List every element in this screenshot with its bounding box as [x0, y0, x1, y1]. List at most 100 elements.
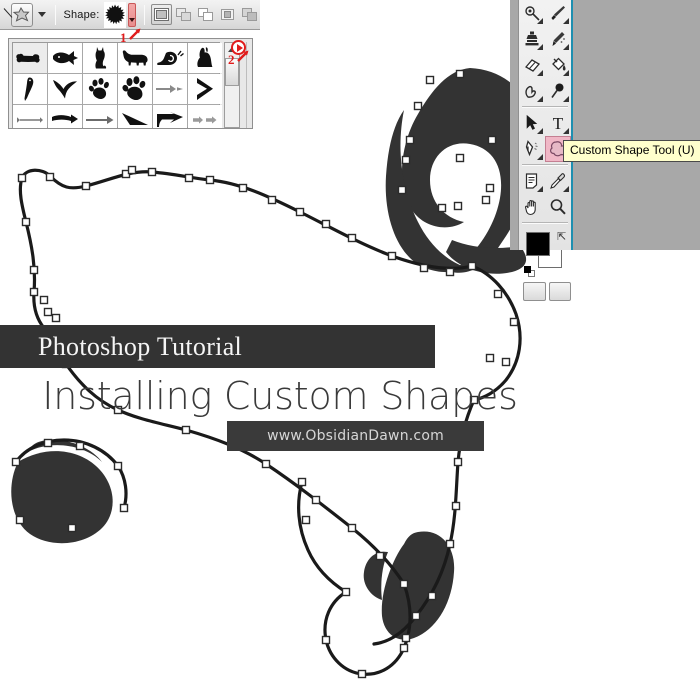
- flyout-triangle-icon: [563, 186, 569, 192]
- annotation-arrow-icon: [129, 28, 141, 40]
- toolbox-row: [519, 26, 571, 52]
- add-to-shape-area-button[interactable]: [173, 4, 194, 25]
- current-shape-swatch[interactable]: [103, 1, 126, 28]
- flyout-triangle-icon: [537, 128, 543, 134]
- paw-print-small-icon: [88, 78, 109, 99]
- bone-shape-icon: [16, 53, 40, 63]
- type-tool[interactable]: T: [545, 110, 571, 136]
- history-brush-tool[interactable]: [545, 26, 571, 52]
- annotation-step-2-label: 2: [228, 52, 235, 67]
- paint-bucket-tool[interactable]: [545, 52, 571, 78]
- shape-cell-paw-print-small[interactable]: [83, 74, 117, 104]
- toolbox-divider: [522, 106, 568, 108]
- zoom-tool[interactable]: [545, 194, 571, 220]
- exclude-overlapping-shape-areas-button[interactable]: [239, 4, 260, 25]
- wedge-arrow-icon: [122, 113, 148, 125]
- tool-preset-picker[interactable]: [10, 2, 33, 27]
- flyout-triangle-icon: [236, 43, 243, 52]
- block-arrow-icon: [52, 114, 78, 124]
- toolbox-divider: [522, 222, 568, 224]
- custom-shape-preset-icon: [12, 6, 30, 22]
- flyout-triangle-icon: [537, 186, 543, 192]
- shape-cell-wedge-arrow[interactable]: [118, 105, 152, 128]
- pen-tool[interactable]: [519, 136, 545, 162]
- brush-tool[interactable]: [545, 0, 571, 26]
- parrot-shape-icon: [24, 77, 34, 101]
- line-arrow-icon: [17, 117, 43, 123]
- hand-icon: [525, 200, 536, 216]
- color-swatches: ⇱: [524, 230, 571, 278]
- shape-cell-cat[interactable]: [83, 43, 117, 73]
- clone-stamp-tool[interactable]: [519, 26, 545, 52]
- page-title: Installing Custom Shapes: [42, 374, 518, 418]
- simple-arrow-icon: [86, 116, 114, 124]
- annotation-step-2: 2: [228, 50, 249, 67]
- create-new-shape-layer-button[interactable]: [151, 4, 173, 25]
- toolbox-row: T: [519, 110, 571, 136]
- notes-tool[interactable]: [519, 168, 545, 194]
- toolbox-row: [519, 168, 571, 194]
- magnifier-icon: [550, 199, 566, 215]
- swap-colors-arrow-icon[interactable]: ⇱: [557, 230, 566, 243]
- subtract-shape-icon: [198, 8, 214, 21]
- rabbit-shape-icon: [197, 47, 213, 67]
- custom-shape-tool-tooltip: Custom Shape Tool (U): [563, 140, 700, 162]
- shape-cell-line-arrow[interactable]: [13, 105, 47, 128]
- toolbox-divider: [522, 164, 568, 166]
- dog-shape-icon: [122, 50, 148, 66]
- flyout-triangle-icon: [563, 70, 569, 76]
- shape-cell-double-thin-arrow[interactable]: [188, 105, 222, 128]
- shape-cell-chevron-arrow[interactable]: [188, 74, 222, 104]
- shape-dropdown-button[interactable]: [127, 2, 136, 27]
- flyout-triangle-icon: [563, 44, 569, 50]
- shape-cell-paw-print-large[interactable]: [118, 74, 152, 104]
- dodge-tool[interactable]: [519, 0, 545, 26]
- shape-cell-simple-arrow[interactable]: [83, 105, 117, 128]
- exclude-shape-icon: [242, 8, 258, 21]
- toolbox-row: [519, 52, 571, 78]
- flyout-triangle-icon: [537, 70, 543, 76]
- pen-cursor-icon: [1, 4, 8, 26]
- double-thin-arrow-icon: [193, 116, 217, 124]
- shape-cell-snail[interactable]: [153, 43, 187, 73]
- annotation-step-1-label: 1: [120, 30, 127, 45]
- flyout-triangle-icon: [537, 154, 543, 160]
- shape-cell-bird[interactable]: [48, 74, 82, 104]
- chevron-arrow-icon: [197, 78, 213, 100]
- flyout-triangle-icon: [563, 18, 569, 24]
- shape-cell-parrot[interactable]: [13, 74, 47, 104]
- default-colors-icon[interactable]: [524, 266, 535, 277]
- toolbar-divider: [54, 4, 57, 25]
- eyedropper-tool[interactable]: [545, 168, 571, 194]
- shape-cell-bent-arrow[interactable]: [153, 105, 187, 128]
- thin-arrow-icon: [156, 85, 183, 93]
- add-shape-icon: [176, 8, 192, 21]
- hand-tool[interactable]: [519, 194, 545, 220]
- eraser-tool[interactable]: [519, 52, 545, 78]
- shape-cell-bone[interactable]: [13, 43, 47, 73]
- subtract-from-shape-area-button[interactable]: [195, 4, 216, 25]
- foreground-color-swatch[interactable]: [526, 232, 550, 256]
- bird-shape-icon: [53, 80, 77, 99]
- bent-arrow-icon: [157, 112, 183, 127]
- standard-mode-button[interactable]: [523, 282, 546, 301]
- shape-cell-block-arrow[interactable]: [48, 105, 82, 128]
- path-selection-tool[interactable]: [519, 110, 545, 136]
- toolbar-divider-2: [143, 4, 146, 25]
- shape-picker-grid: [12, 42, 222, 128]
- blur-tool[interactable]: [545, 78, 571, 104]
- quick-mask-mode-button[interactable]: [548, 282, 571, 301]
- flyout-triangle-icon: [537, 44, 543, 50]
- intersect-shape-areas-button[interactable]: [217, 4, 238, 25]
- shape-picker-flyout[interactable]: [8, 38, 253, 129]
- shape-cell-fish[interactable]: [48, 43, 82, 73]
- shape-cell-rabbit[interactable]: [188, 43, 222, 73]
- tool-preset-chevron-down-icon[interactable]: [37, 12, 46, 17]
- shape-picker-flyout-button[interactable]: [231, 40, 246, 55]
- shape-cell-dog[interactable]: [118, 43, 152, 73]
- smudge-tool[interactable]: [519, 78, 545, 104]
- shape-cell-thin-arrow[interactable]: [153, 74, 187, 104]
- fish-shape-icon: [53, 51, 78, 65]
- tutorial-banner: Photoshop Tutorial: [0, 325, 435, 368]
- url-banner: www.ObsidianDawn.com: [227, 421, 484, 451]
